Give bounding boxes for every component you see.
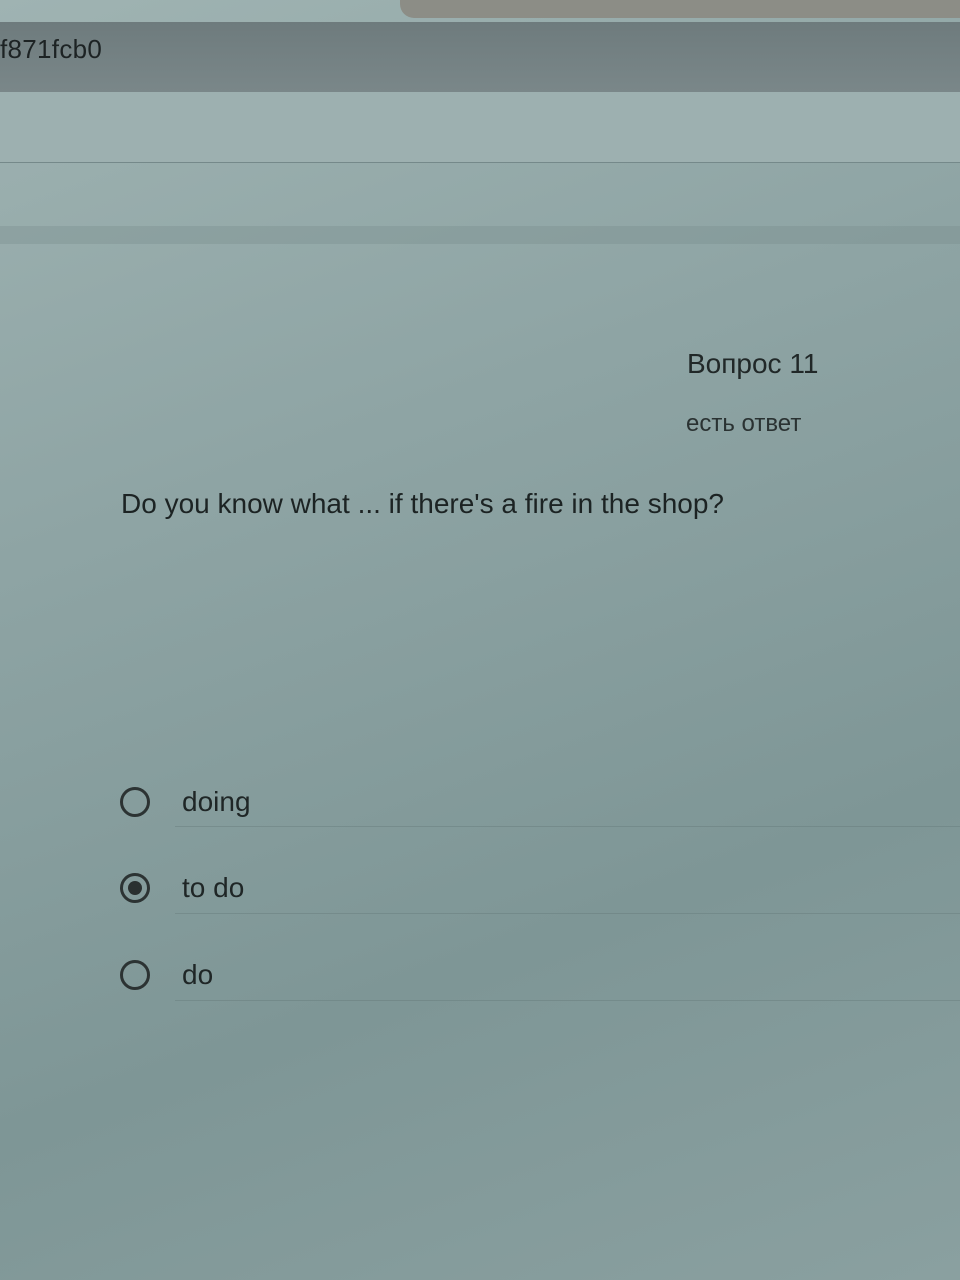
radio-unchecked-icon[interactable]	[120, 787, 150, 817]
option-divider	[175, 1000, 960, 1001]
address-bar-text[interactable]: f871fcb0	[0, 34, 102, 65]
option-divider	[175, 826, 960, 827]
question-number: Вопрос 11	[687, 348, 819, 379]
option-divider	[175, 913, 960, 914]
address-bar[interactable]	[0, 22, 960, 92]
answer-option-label[interactable]: to do	[182, 872, 244, 904]
answer-status: есть ответ	[686, 410, 802, 437]
answer-option-doing[interactable]: doing	[120, 780, 251, 824]
radio-unchecked-icon[interactable]	[120, 960, 150, 990]
section-divider	[0, 226, 960, 244]
answer-option-label[interactable]: do	[182, 959, 213, 991]
radio-checked-icon[interactable]	[120, 873, 150, 903]
question-text: Do you know what ... if there's a fire i…	[121, 488, 724, 519]
browser-tab-strip	[400, 0, 960, 18]
answer-option-label[interactable]: doing	[182, 786, 251, 818]
answer-option-do[interactable]: do	[120, 953, 213, 997]
page-header	[0, 92, 960, 163]
answer-option-to-do[interactable]: to do	[120, 866, 244, 910]
